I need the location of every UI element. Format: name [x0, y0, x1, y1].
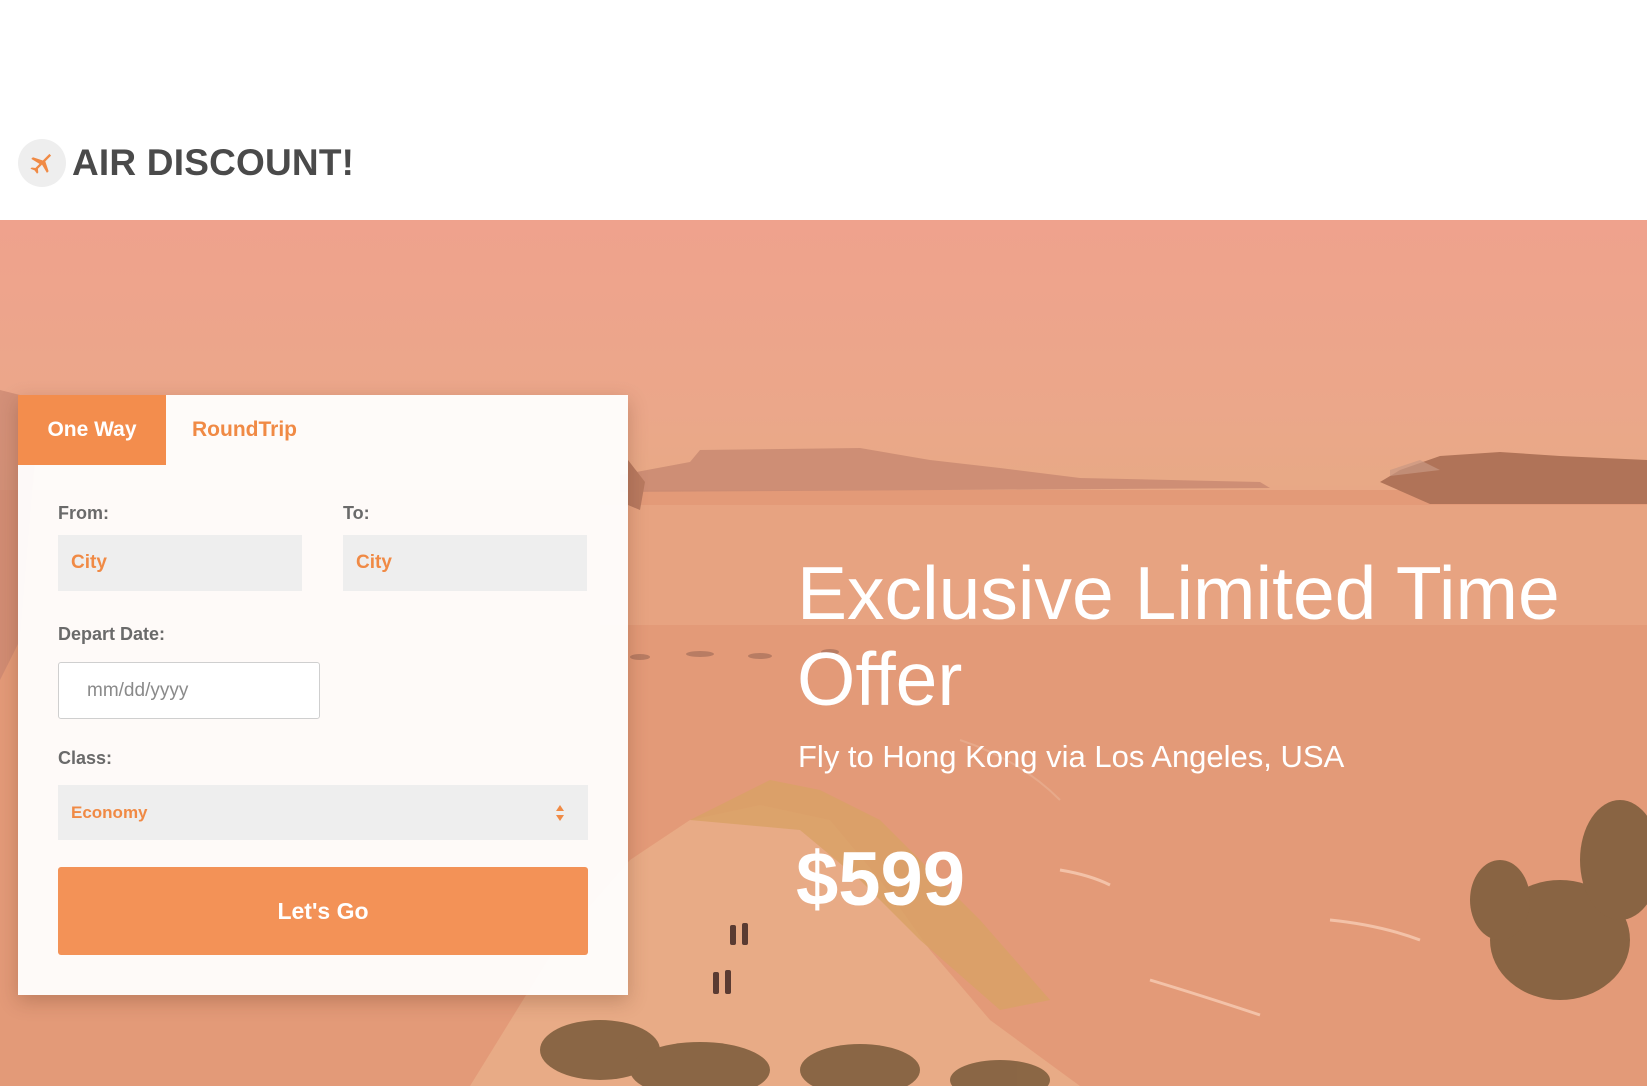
offer-subtitle: Fly to Hong Kong via Los Angeles, USA [798, 739, 1345, 774]
hero-banner: One Way RoundTrip From: City To: City De… [0, 220, 1647, 1086]
select-arrows-icon [555, 804, 565, 822]
tab-one-way[interactable]: One Way [18, 395, 166, 465]
offer-title-line1: Exclusive Limited Time [797, 551, 1560, 635]
depart-date-label: Depart Date: [58, 624, 166, 644]
brand-logo[interactable]: AIR DISCOUNT! [18, 139, 354, 187]
offer-title-line2: Offer [797, 637, 963, 721]
to-city-input[interactable]: City [343, 535, 587, 591]
depart-date-input[interactable]: mm/dd/yyyy [58, 662, 320, 719]
flight-search-card: One Way RoundTrip From: City To: City De… [18, 395, 628, 995]
site-header: AIR DISCOUNT! [0, 0, 1647, 220]
brand-name: AIR DISCOUNT! [72, 142, 355, 183]
tab-roundtrip[interactable]: RoundTrip [166, 395, 323, 465]
class-select-value: Economy [71, 802, 148, 822]
to-label: To: [343, 503, 370, 523]
airplane-icon [18, 139, 66, 187]
class-select[interactable]: Economy [58, 785, 588, 840]
from-city-input[interactable]: City [58, 535, 302, 591]
offer-title: Exclusive Limited Time Offer [797, 550, 1647, 722]
lets-go-button[interactable]: Let's Go [58, 867, 588, 955]
class-label: Class: [58, 748, 113, 768]
trip-type-tabs: One Way RoundTrip [18, 395, 628, 465]
from-label: From: [58, 503, 109, 523]
offer-price: $599 [796, 837, 966, 922]
